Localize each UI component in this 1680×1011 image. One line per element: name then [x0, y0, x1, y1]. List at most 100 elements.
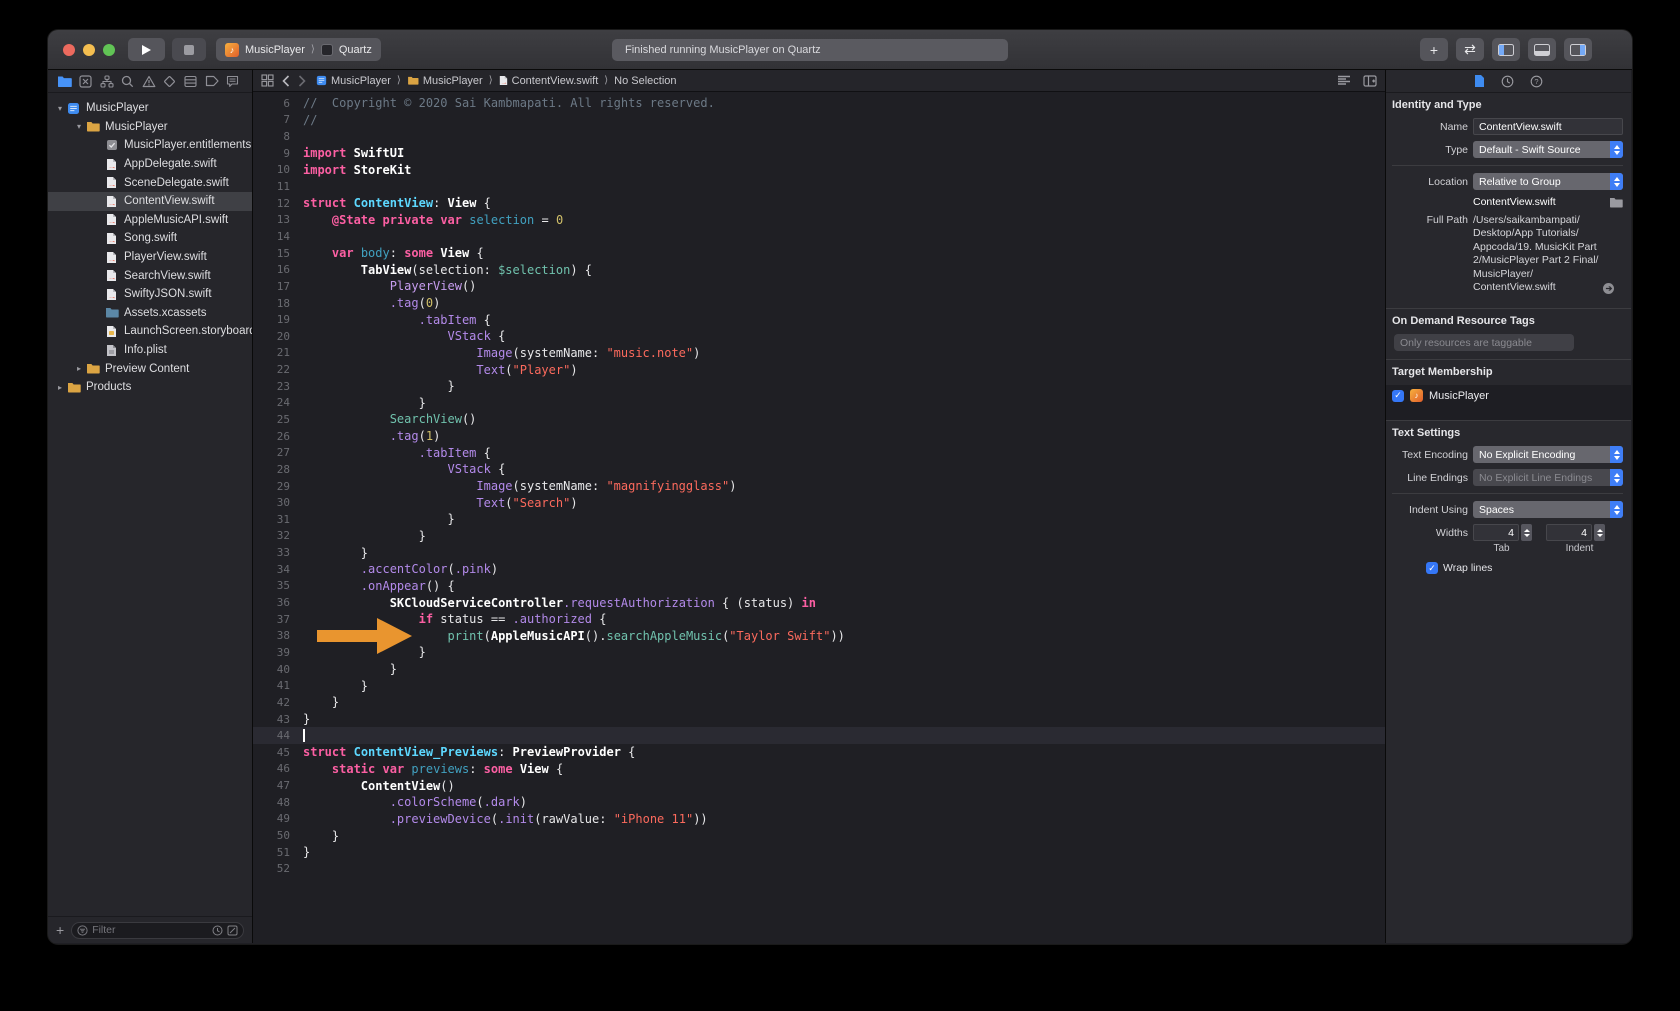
library-add-button[interactable]: + [1420, 38, 1448, 61]
symbol-navigator-icon[interactable] [99, 74, 114, 89]
text-encoding-dropdown[interactable]: No Explicit Encoding [1473, 446, 1623, 463]
scheme-selector[interactable]: ♪ MusicPlayer ⟩ Quartz [216, 38, 381, 61]
file-tree-item[interactable]: ContentView.swift [48, 192, 252, 211]
stop-button[interactable] [172, 38, 206, 61]
file-tree-item[interactable]: Assets.xcassets [48, 304, 252, 323]
add-file-button[interactable]: + [56, 923, 64, 937]
source-control-filter-icon[interactable] [227, 925, 238, 936]
target-checkbox[interactable]: ✓ [1392, 390, 1404, 402]
code-line[interactable]: 42 } [253, 694, 1385, 711]
file-tree-item[interactable]: ▸Products [48, 378, 252, 397]
code-line[interactable]: 6// Copyright © 2020 Sai Kambmapati. All… [253, 95, 1385, 112]
file-tree-item[interactable]: LaunchScreen.storyboard [48, 322, 252, 341]
test-navigator-icon[interactable] [162, 74, 177, 89]
code-line[interactable]: 49 .previewDevice(.init(rawValue: "iPhon… [253, 811, 1385, 828]
name-field[interactable]: ContentView.swift [1473, 118, 1623, 135]
wrap-lines-checkbox[interactable]: ✓ [1426, 562, 1438, 574]
file-tree-item[interactable]: AppleMusicAPI.swift [48, 211, 252, 230]
code-line[interactable]: 8 [253, 128, 1385, 145]
code-line[interactable]: 39 } [253, 644, 1385, 661]
indent-width-field[interactable]: 4 [1546, 524, 1592, 541]
debug-navigator-icon[interactable] [183, 74, 198, 89]
code-line[interactable]: 23 } [253, 378, 1385, 395]
code-line[interactable]: 31 } [253, 511, 1385, 528]
history-inspector-icon[interactable] [1501, 75, 1514, 88]
code-line[interactable]: 34 .accentColor(.pink) [253, 561, 1385, 578]
type-dropdown[interactable]: Default - Swift Source [1473, 141, 1623, 158]
find-navigator-icon[interactable] [120, 74, 135, 89]
code-line[interactable]: 25 SearchView() [253, 411, 1385, 428]
file-tree-item[interactable]: Info.plist [48, 341, 252, 360]
help-inspector-icon[interactable]: ? [1530, 75, 1543, 88]
breadcrumb-item[interactable]: MusicPlayer [316, 75, 391, 87]
code-line[interactable]: 48 .colorScheme(.dark) [253, 794, 1385, 811]
add-editor-icon[interactable] [1363, 75, 1377, 87]
target-row[interactable]: ✓ ♪ MusicPlayer [1392, 389, 1623, 402]
code-line[interactable]: 52 [253, 860, 1385, 877]
code-line[interactable]: 43} [253, 711, 1385, 728]
source-control-icon[interactable] [78, 74, 93, 89]
code-line[interactable]: 47 ContentView() [253, 777, 1385, 794]
code-line[interactable]: 26 .tag(1) [253, 428, 1385, 445]
report-navigator-icon[interactable] [225, 74, 240, 89]
code-line[interactable]: 11 [253, 178, 1385, 195]
code-line[interactable]: 41 } [253, 677, 1385, 694]
location-dropdown[interactable]: Relative to Group [1473, 173, 1623, 190]
file-tree-item[interactable]: MusicPlayer.entitlements [48, 136, 252, 155]
code-line[interactable]: 37 if status == .authorized { [253, 611, 1385, 628]
code-line[interactable]: 21 Image(systemName: "music.note") [253, 345, 1385, 362]
code-line[interactable]: 7// [253, 112, 1385, 129]
code-line[interactable]: 16 TabView(selection: $selection) { [253, 261, 1385, 278]
code-line[interactable]: 33 } [253, 544, 1385, 561]
forward-button[interactable] [298, 75, 306, 87]
toggle-debug-area-button[interactable] [1528, 38, 1556, 61]
code-line[interactable]: 9import SwiftUI [253, 145, 1385, 162]
folder-icon[interactable] [1609, 197, 1623, 208]
indent-using-dropdown[interactable]: Spaces [1473, 501, 1623, 518]
code-line[interactable]: 36 SKCloudServiceController.requestAutho… [253, 594, 1385, 611]
code-line[interactable]: 28 VStack { [253, 461, 1385, 478]
disclosure-triangle-icon[interactable]: ▸ [73, 364, 85, 373]
code-line[interactable]: 13 @State private var selection = 0 [253, 211, 1385, 228]
issue-navigator-icon[interactable] [141, 74, 156, 89]
code-line[interactable]: 19 .tabItem { [253, 311, 1385, 328]
code-line[interactable]: 45struct ContentView_Previews: PreviewPr… [253, 744, 1385, 761]
recent-files-icon[interactable] [212, 925, 223, 936]
code-line[interactable]: 51} [253, 844, 1385, 861]
project-navigator-icon[interactable] [57, 74, 72, 89]
file-tree-item[interactable]: AppDelegate.swift [48, 155, 252, 174]
tab-width-stepper[interactable] [1521, 524, 1532, 541]
code-line[interactable]: 10import StoreKit [253, 162, 1385, 179]
back-button[interactable] [282, 75, 290, 87]
toggle-navigator-button[interactable] [1492, 38, 1520, 61]
close-button[interactable] [63, 44, 75, 56]
file-tree-item[interactable]: Song.swift [48, 229, 252, 248]
editor-swap-button[interactable]: ⇄ [1456, 38, 1484, 61]
code-line[interactable]: 24 } [253, 395, 1385, 412]
file-inspector-icon[interactable] [1474, 74, 1485, 88]
disclosure-triangle-icon[interactable]: ▾ [73, 122, 85, 131]
file-tree-item[interactable]: SearchView.swift [48, 266, 252, 285]
code-line[interactable]: 30 Text("Search") [253, 494, 1385, 511]
breadcrumb-item[interactable]: No Selection [614, 75, 676, 87]
file-tree-item[interactable]: SwiftyJSON.swift [48, 285, 252, 304]
file-tree-item[interactable]: ▸Preview Content [48, 359, 252, 378]
code-line[interactable]: 27 .tabItem { [253, 444, 1385, 461]
code-line[interactable]: 38 print(AppleMusicAPI().searchAppleMusi… [253, 628, 1385, 645]
disclosure-triangle-icon[interactable]: ▾ [54, 104, 66, 113]
code-line[interactable]: 12struct ContentView: View { [253, 195, 1385, 212]
toggle-inspector-button[interactable] [1564, 38, 1592, 61]
minimize-button[interactable] [83, 44, 95, 56]
file-tree-item[interactable]: ▾MusicPlayer [48, 118, 252, 137]
code-line[interactable]: 17 PlayerView() [253, 278, 1385, 295]
zoom-button[interactable] [103, 44, 115, 56]
code-line[interactable]: 29 Image(systemName: "magnifyingglass") [253, 478, 1385, 495]
file-tree-item[interactable]: PlayerView.swift [48, 248, 252, 267]
file-tree-item[interactable]: ▾MusicPlayer [48, 99, 252, 118]
goto-file-icon[interactable]: ➔ [1603, 283, 1614, 294]
tab-width-field[interactable]: 4 [1473, 524, 1519, 541]
breadcrumb-item[interactable]: MusicPlayer [407, 75, 483, 87]
code-line[interactable]: 35 .onAppear() { [253, 578, 1385, 595]
code-line[interactable]: 32 } [253, 528, 1385, 545]
code-line[interactable]: 18 .tag(0) [253, 295, 1385, 312]
